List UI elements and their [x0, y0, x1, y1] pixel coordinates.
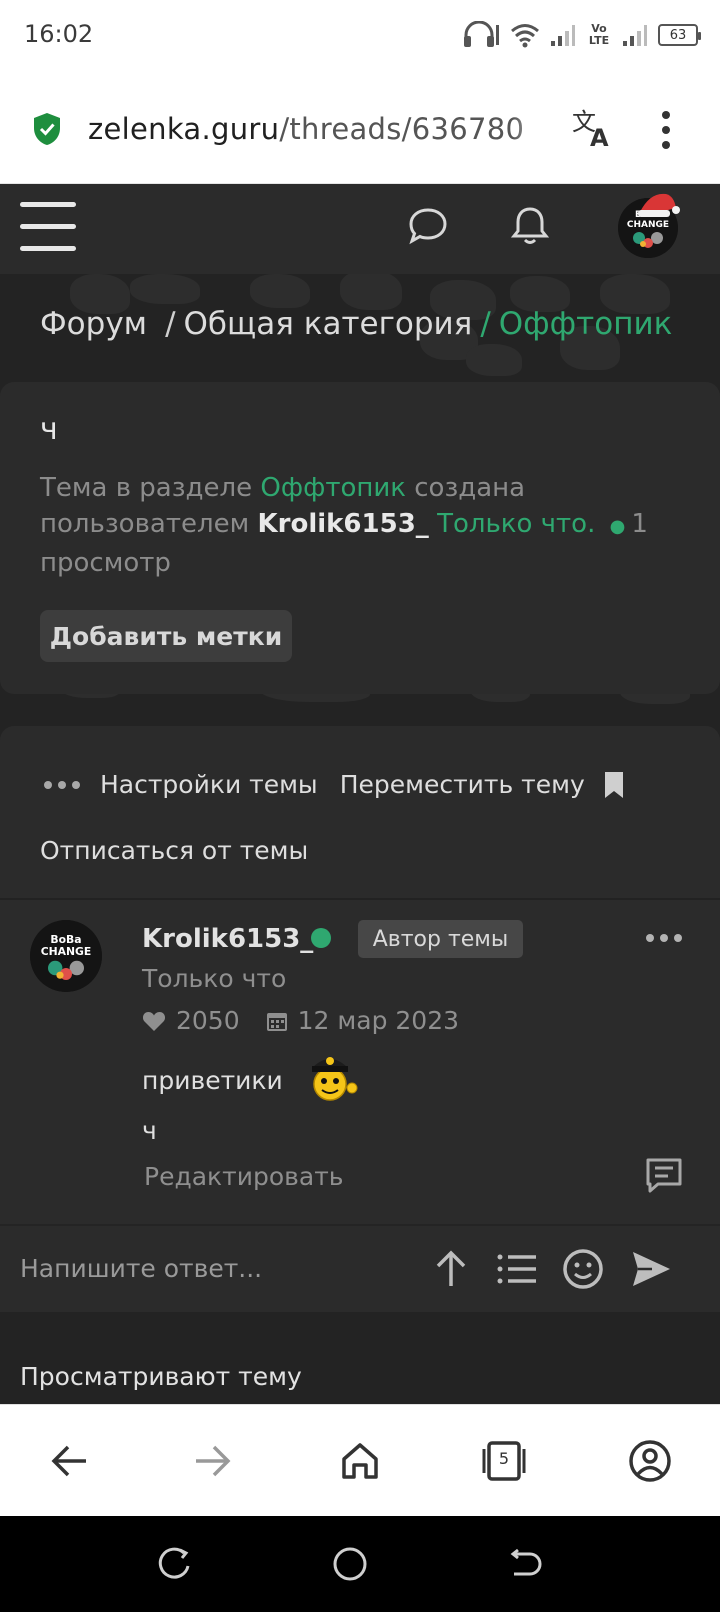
smile-icon[interactable] — [562, 1248, 604, 1290]
breadcrumb-general-category[interactable]: Общая категория — [184, 306, 473, 342]
thread-meta: Тема в разделе Оффтопик создана пользова… — [40, 470, 680, 581]
online-indicator — [311, 928, 331, 948]
system-nav-bar — [0, 1516, 720, 1612]
svg-text:CHANGE: CHANGE — [41, 945, 92, 958]
status-icons: Vo LTE 63 — [462, 20, 701, 50]
thread-settings-link[interactable]: Настройки темы — [100, 770, 318, 799]
calendar-icon — [266, 1012, 287, 1031]
battery-level: 63 — [669, 27, 687, 43]
police-smiley-emoji — [312, 1057, 358, 1101]
more-horiz-icon[interactable] — [44, 780, 80, 789]
post-author-avatar[interactable]: BoBa CHANGE — [30, 920, 102, 992]
url-text[interactable]: zelenka.guru/threads/636780 — [88, 112, 553, 146]
registered-date: 12 мар 2023 — [297, 1006, 460, 1035]
list-icon[interactable] — [496, 1248, 538, 1290]
translate-icon[interactable]: 文A — [570, 106, 614, 150]
wifi-icon — [511, 24, 539, 48]
reply-input[interactable]: Напишите ответ... — [20, 1254, 262, 1283]
reply-bar: Напишите ответ... — [0, 1224, 720, 1312]
avatar-image: BoBaCHANGE — [30, 920, 102, 992]
tabs-icon[interactable]: 5 — [482, 1439, 526, 1483]
recents-icon[interactable] — [158, 1546, 194, 1582]
thread-actions-row: Настройки темы Переместить тему — [44, 770, 625, 799]
viewers-title: Просматривают тему — [20, 1362, 302, 1391]
browser-url-bar: zelenka.guru/threads/636780 文A — [0, 78, 720, 184]
more-vert-icon[interactable] — [660, 110, 672, 150]
meta-prefix: Тема в разделе — [40, 473, 253, 503]
likes-count: 2050 — [176, 1006, 240, 1035]
back-arrow-icon[interactable] — [48, 1439, 92, 1483]
edit-link[interactable]: Редактировать — [144, 1162, 344, 1191]
home-circle-icon[interactable] — [332, 1546, 368, 1582]
post-text-line: ч — [142, 1116, 157, 1145]
breadcrumb-forum[interactable]: Форум — [40, 306, 147, 342]
heart-icon — [142, 1011, 166, 1031]
shield-secure-icon[interactable] — [32, 112, 62, 146]
svg-text:A: A — [590, 124, 609, 150]
thread-title: ч — [40, 412, 58, 447]
thread-header-card: ч Тема в разделе Оффтопик создана пользо… — [0, 382, 720, 694]
author-badge: Автор темы — [358, 920, 523, 958]
move-thread-link[interactable]: Переместить тему — [340, 770, 585, 799]
status-time: 16:02 — [24, 20, 94, 48]
breadcrumb-separator: / — [480, 306, 491, 342]
post-text-line: приветики — [142, 1066, 283, 1095]
volte-label: Vo LTE — [588, 22, 610, 47]
viewers-section: Просматривают тему — [0, 1312, 720, 1404]
breadcrumb-offtopic[interactable]: Оффтопик — [499, 306, 673, 342]
svg-text:CHANGE: CHANGE — [627, 220, 669, 230]
signal-icon-2 — [623, 25, 647, 46]
site-header: BoBaCHANGE — [0, 184, 720, 274]
meta-section-link[interactable]: Оффтопик — [260, 473, 406, 503]
send-icon[interactable] — [630, 1248, 672, 1290]
meta-time[interactable]: Только что. — [437, 509, 595, 539]
url-path: /threads/636780 — [279, 112, 525, 146]
bookmark-icon[interactable] — [603, 771, 625, 799]
status-bar: 16:02 Vo LTE 63 — [0, 0, 720, 78]
post-username[interactable]: Krolik6153_ — [142, 924, 313, 954]
back-icon[interactable] — [506, 1546, 542, 1582]
home-icon[interactable] — [338, 1439, 382, 1483]
chat-bubble-icon[interactable] — [406, 204, 450, 248]
reply-icon[interactable] — [644, 1156, 684, 1196]
santa-hat-icon — [638, 193, 680, 217]
breadcrumb-separator: / — [165, 306, 176, 342]
headphones-icon — [464, 21, 499, 47]
post-more-icon[interactable] — [646, 934, 682, 942]
meta-author-link[interactable]: Krolik6153_ — [257, 509, 428, 539]
post-stats: 2050 12 мар 2023 — [142, 1006, 459, 1035]
thread-actions-panel: Настройки темы Переместить тему Отписать… — [0, 726, 720, 898]
url-host: zelenka.guru — [88, 112, 280, 146]
account-icon[interactable] — [628, 1439, 672, 1483]
signal-icon — [551, 25, 575, 46]
hamburger-menu-icon[interactable] — [20, 202, 76, 254]
browser-nav-bar: 5 — [0, 1404, 720, 1516]
forward-arrow-icon[interactable] — [190, 1439, 234, 1483]
arrow-up-icon[interactable] — [430, 1248, 472, 1290]
add-tags-button[interactable]: Добавить метки — [40, 610, 292, 662]
battery-icon: 63 — [658, 24, 701, 46]
post-time[interactable]: Только что — [142, 964, 286, 993]
post: BoBa CHANGE Krolik6153_ Автор темы Только… — [0, 898, 720, 1224]
meta-dot: ● — [609, 516, 626, 537]
breadcrumb: Форум / Общая категория / Оффтопик — [40, 306, 672, 342]
unsubscribe-link[interactable]: Отписаться от темы — [40, 836, 308, 865]
bell-icon[interactable] — [508, 204, 552, 248]
tabs-count: 5 — [498, 1449, 510, 1468]
